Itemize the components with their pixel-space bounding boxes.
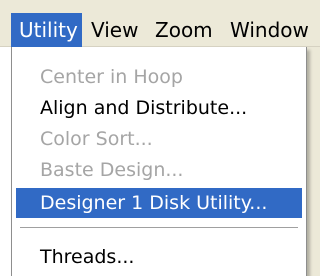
- menu-utility[interactable]: Utility: [11, 13, 82, 47]
- menu-window[interactable]: Window: [222, 13, 320, 47]
- utility-dropdown-menu: Center in Hoop Align and Distribute... C…: [11, 47, 307, 276]
- menu-item-align-and-distribute[interactable]: Align and Distribute...: [16, 93, 302, 123]
- menu-zoom[interactable]: Zoom: [147, 13, 221, 47]
- menu-view[interactable]: View: [83, 13, 144, 47]
- menu-separator: [20, 227, 298, 229]
- menu-item-center-in-hoop: Center in Hoop: [40, 66, 183, 88]
- background-window-edge: [307, 47, 320, 276]
- menu-item-designer-1-disk-utility[interactable]: Designer 1 Disk Utility...: [16, 188, 302, 218]
- menu-item-threads[interactable]: Threads...: [16, 242, 302, 272]
- menu-item-baste-design: Baste Design...: [40, 159, 184, 181]
- menu-bar: Utility View Zoom Window: [0, 0, 320, 47]
- menu-item-color-sort: Color Sort...: [40, 128, 153, 150]
